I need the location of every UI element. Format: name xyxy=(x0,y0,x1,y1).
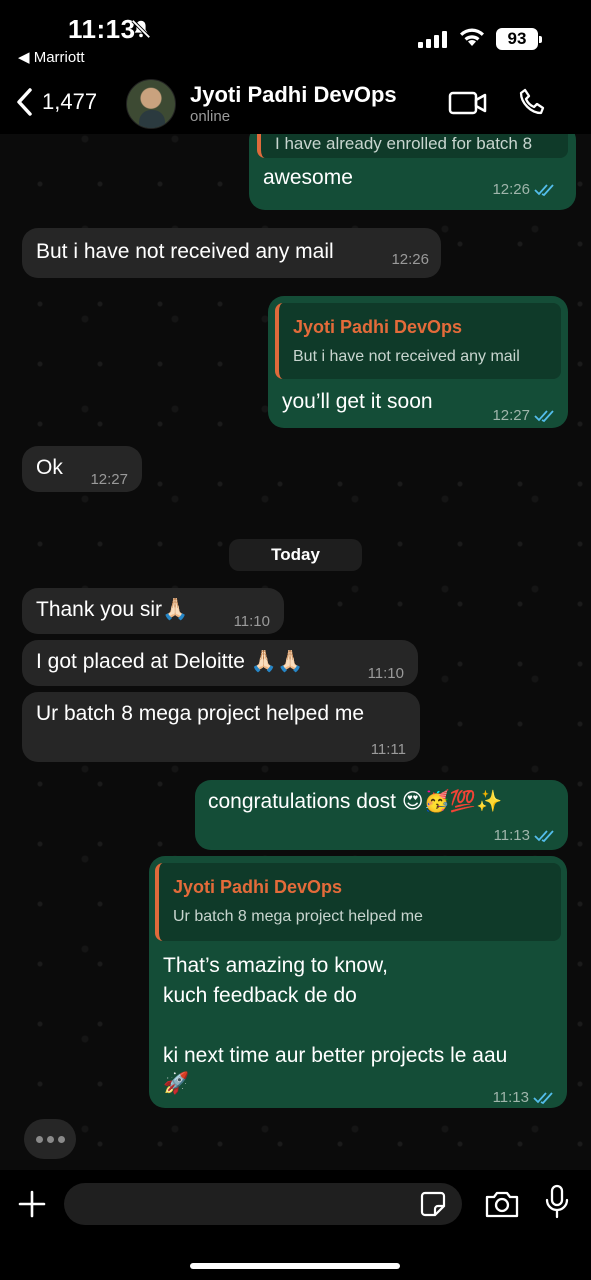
message-outgoing[interactable]: Jyoti Padhi DevOps Ur batch 8 mega proje… xyxy=(149,856,567,1108)
back-to-app-link[interactable]: ◀ Marriott xyxy=(18,48,85,66)
message-text: But i have not received any mail xyxy=(36,240,334,263)
back-chevron-icon xyxy=(17,88,32,116)
message-outgoing[interactable]: Jyoti Padhi DevOps But i have not receiv… xyxy=(268,296,568,428)
message-incoming[interactable]: Thank you sir🙏🏻 11:10 xyxy=(22,588,284,634)
mic-icon[interactable] xyxy=(544,1184,570,1220)
message-time: 12:26 xyxy=(492,181,530,198)
message-meta: 12:27 xyxy=(492,402,556,430)
message-text: Ur batch 8 mega project helped me xyxy=(36,702,365,725)
message-time: 11:13 xyxy=(493,827,530,844)
message-text-line: That’s amazing to know, xyxy=(163,954,388,977)
double-tick-icon xyxy=(534,830,554,843)
phone-icon[interactable] xyxy=(517,87,547,117)
chat-header: 1,477 Jyoti Padhi DevOps online xyxy=(0,70,591,134)
battery-indicator: 93 xyxy=(496,28,542,50)
reply-quote-text: But i have not received any mail xyxy=(293,348,520,365)
camera-icon[interactable] xyxy=(484,1189,520,1219)
typing-indicator xyxy=(24,1119,76,1159)
contact-name[interactable]: Jyoti Padhi DevOps xyxy=(190,82,397,108)
message-meta: 12:26 xyxy=(492,176,556,204)
avatar[interactable] xyxy=(126,79,176,129)
double-tick-icon xyxy=(534,410,554,423)
video-call-icon[interactable] xyxy=(448,90,488,116)
message-list[interactable]: I have already enrolled for batch 8 awes… xyxy=(0,134,591,1170)
message-meta: 12:26 xyxy=(391,246,429,274)
message-text: Ok xyxy=(36,456,63,479)
message-time: 12:26 xyxy=(391,251,429,268)
message-text: I got placed at Deloitte 🙏🏻🙏🏻 xyxy=(36,650,304,673)
message-meta: 12:27 xyxy=(90,466,128,494)
wifi-icon xyxy=(460,28,484,46)
message-time: 12:27 xyxy=(90,471,128,488)
date-divider: Today xyxy=(229,539,362,571)
message-meta: 11:13 xyxy=(493,1084,555,1112)
message-meta: 11:10 xyxy=(368,660,404,688)
message-text: congratulations dost 😍🥳💯✨ xyxy=(208,790,503,813)
message-text: you’ll get it soon xyxy=(282,390,433,413)
message-text: awesome xyxy=(263,166,353,189)
double-tick-icon xyxy=(533,1092,553,1105)
reply-quote-name: Jyoti Padhi DevOps xyxy=(293,317,463,337)
back-button[interactable]: 1,477 xyxy=(14,84,97,120)
message-incoming[interactable]: Ok 12:27 xyxy=(22,446,142,492)
reply-quote-name: Jyoti Padhi DevOps xyxy=(173,877,343,897)
message-text-line: ki next time aur better projects le aau xyxy=(163,1044,508,1067)
message-time: 11:11 xyxy=(370,741,406,758)
message-time: 11:10 xyxy=(367,665,404,682)
message-input[interactable] xyxy=(64,1183,462,1225)
message-text: Thank you sir🙏🏻 xyxy=(36,598,189,621)
signal-icon xyxy=(418,30,447,48)
status-bar: 11:13 ◀ Marriott 93 xyxy=(0,0,591,70)
reply-quote[interactable]: I have already enrolled for batch 8 xyxy=(257,134,568,158)
message-outgoing[interactable]: I have already enrolled for batch 8 awes… xyxy=(249,134,576,210)
home-indicator[interactable] xyxy=(190,1263,400,1269)
message-meta: 11:10 xyxy=(234,608,270,636)
message-incoming[interactable]: I got placed at Deloitte 🙏🏻🙏🏻 11:10 xyxy=(22,640,418,686)
reply-quote-text: I have already enrolled for batch 8 xyxy=(275,134,533,153)
plus-icon[interactable] xyxy=(16,1188,48,1220)
message-outgoing[interactable]: congratulations dost 😍🥳💯✨ 11:13 xyxy=(195,780,568,850)
message-incoming[interactable]: Ur batch 8 mega project helped me 11:11 xyxy=(22,692,420,762)
message-meta: 11:13 xyxy=(494,822,556,850)
composer-bar xyxy=(0,1170,591,1280)
message-meta: 11:11 xyxy=(371,736,406,764)
message-text-line: kuch feedback de do xyxy=(163,984,357,1007)
bell-slash-icon xyxy=(131,19,151,39)
message-time: 11:10 xyxy=(233,613,270,630)
reply-quote[interactable]: Jyoti Padhi DevOps Ur batch 8 mega proje… xyxy=(155,863,561,941)
contact-status: online xyxy=(190,108,231,125)
message-time: 11:13 xyxy=(492,1089,529,1106)
reply-quote-text: Ur batch 8 mega project helped me xyxy=(173,908,423,925)
message-text-line: 🚀 xyxy=(163,1072,190,1095)
reply-quote[interactable]: Jyoti Padhi DevOps But i have not receiv… xyxy=(275,303,561,379)
status-time: 11:13 xyxy=(68,14,136,44)
sticker-icon[interactable] xyxy=(420,1191,446,1217)
unread-count: 1,477 xyxy=(42,89,98,114)
double-tick-icon xyxy=(534,184,554,197)
message-time: 12:27 xyxy=(492,407,530,424)
message-incoming[interactable]: But i have not received any mail 12:26 xyxy=(22,228,441,278)
